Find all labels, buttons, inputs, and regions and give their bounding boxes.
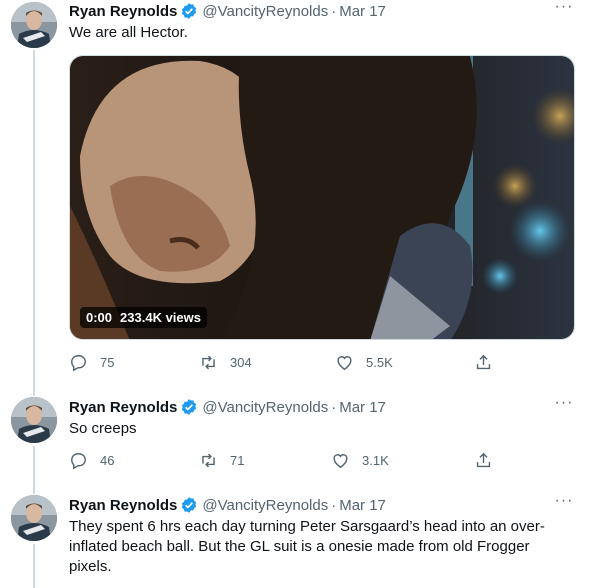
retweet-icon: [202, 355, 215, 370]
avatar[interactable]: [11, 397, 57, 443]
tweet[interactable]: Ryan Reynolds @VancityReynolds · Mar 17 …: [0, 0, 591, 385]
tweet-text: So creeps: [69, 420, 137, 437]
retweet-button[interactable]: 71: [199, 451, 244, 470]
more-icon[interactable]: ···: [553, 0, 575, 22]
more-icon[interactable]: ···: [553, 493, 575, 516]
video-player[interactable]: 0:00 233.4K views: [69, 55, 575, 340]
author-handle[interactable]: @VancityReynolds: [202, 3, 328, 20]
verified-badge-icon: [180, 398, 198, 416]
retweet-count: 71: [230, 453, 245, 468]
like-count: 3.1K: [362, 453, 389, 468]
reply-icon: [71, 355, 86, 372]
tweet-content: Ryan Reynolds @VancityReynolds · Mar 17 …: [69, 493, 575, 577]
tweet-header: Ryan Reynolds @VancityReynolds · Mar 17: [69, 396, 575, 418]
separator-dot: ·: [331, 398, 337, 416]
verified-badge-icon: [180, 496, 198, 514]
separator-dot: ·: [331, 496, 337, 514]
author-name[interactable]: Ryan Reynolds: [69, 399, 177, 416]
tweet-actions: 75 304 5.5K: [69, 353, 499, 373]
tweet[interactable]: Ryan Reynolds @VancityReynolds · Mar 17 …: [0, 493, 591, 588]
like-count: 5.5K: [366, 355, 393, 370]
retweet-icon: [202, 453, 215, 468]
video-views: 233.4K views: [120, 310, 201, 325]
tweet-content: Ryan Reynolds @VancityReynolds · Mar 17 …: [69, 395, 575, 439]
reply-button[interactable]: 75: [69, 353, 114, 372]
author-handle[interactable]: @VancityReynolds: [202, 497, 328, 514]
tweet-text: We are all Hector.: [69, 24, 188, 41]
share-icon: [476, 452, 491, 468]
share-icon: [476, 354, 491, 370]
more-icon[interactable]: ···: [553, 395, 575, 418]
author-handle[interactable]: @VancityReynolds: [202, 399, 328, 416]
like-icon: [333, 454, 348, 469]
share-button[interactable]: [474, 353, 505, 372]
separator-dot: ·: [331, 2, 337, 20]
author-name[interactable]: Ryan Reynolds: [69, 3, 177, 20]
reply-button[interactable]: 46: [69, 451, 114, 470]
like-icon: [337, 356, 352, 371]
reply-count: 46: [100, 453, 115, 468]
retweet-count: 304: [230, 355, 252, 370]
like-button[interactable]: 3.1K: [331, 451, 389, 470]
avatar[interactable]: [11, 2, 57, 48]
tweet-date[interactable]: Mar 17: [339, 3, 386, 20]
tweet-text: They spent 6 hrs each day turning Peter …: [69, 518, 545, 575]
tweet-date[interactable]: Mar 17: [339, 399, 386, 416]
reply-count: 75: [100, 355, 115, 370]
like-button[interactable]: 5.5K: [335, 353, 393, 372]
tweet[interactable]: Ryan Reynolds @VancityReynolds · Mar 17 …: [0, 395, 591, 485]
verified-badge-icon: [180, 2, 198, 20]
tweet-date[interactable]: Mar 17: [339, 497, 386, 514]
video-thumbnail: [70, 56, 574, 339]
reply-icon: [71, 453, 86, 470]
tweet-header: Ryan Reynolds @VancityReynolds · Mar 17: [69, 0, 575, 22]
video-time: 0:00: [86, 310, 113, 325]
avatar[interactable]: [11, 495, 57, 541]
video-info-badge: 0:00 233.4K views: [80, 307, 207, 328]
retweet-button[interactable]: 304: [199, 353, 252, 372]
author-name[interactable]: Ryan Reynolds: [69, 497, 177, 514]
tweet-header: Ryan Reynolds @VancityReynolds · Mar 17: [69, 494, 575, 516]
tweet-actions: 46 71 3.1K: [69, 451, 499, 471]
share-button[interactable]: [474, 451, 505, 470]
tweet-content: Ryan Reynolds @VancityReynolds · Mar 17 …: [69, 0, 575, 43]
